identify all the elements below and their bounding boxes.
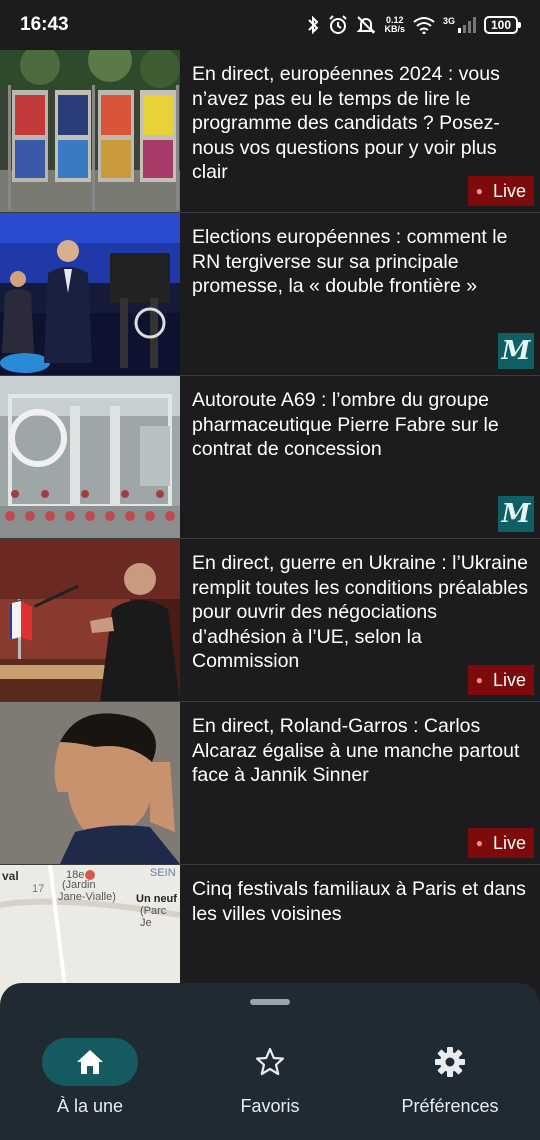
map-label: Jane-Vialle) (58, 891, 116, 903)
article-thumbnail[interactable] (0, 702, 180, 864)
alarm-icon (328, 15, 348, 35)
map-label: val (2, 869, 19, 883)
status-time: 16:43 (20, 14, 69, 35)
bluetooth-icon (306, 15, 320, 35)
article-headline[interactable]: En direct, Roland-Garros : Carlos Alcara… (192, 714, 528, 788)
wifi-icon (413, 16, 435, 34)
live-badge-label: Live (492, 669, 526, 690)
map-label: 17 (32, 883, 45, 895)
lemonde-logo-icon: M (498, 496, 534, 532)
article-card[interactable]: Elections européennes : comment le RN te… (0, 213, 540, 376)
net-speed: 0.12 KB/s (384, 16, 405, 34)
nav-item-preferences[interactable]: Préférences (360, 1038, 540, 1128)
article-thumbnail[interactable] (0, 50, 180, 212)
live-dot-icon: ● (475, 673, 483, 687)
status-bar: 16:43 0.12 KB/s 3G 100 (0, 0, 540, 50)
live-badge: ● Live (467, 828, 534, 858)
net-speed-unit: KB/s (384, 24, 405, 34)
map-label: (Parc Je (140, 905, 167, 929)
article-headline[interactable]: Cinq festivals familiaux à Paris et dans… (192, 877, 528, 926)
live-dot-icon: ● (475, 836, 483, 850)
article-card[interactable]: Autoroute A69 : l’ombre du groupe pharma… (0, 376, 540, 539)
cell-signal-icon: 3G (443, 17, 476, 33)
article-thumbnail[interactable] (0, 213, 180, 375)
gear-icon (434, 1046, 466, 1078)
battery-level: 100 (490, 18, 512, 32)
battery-icon: 100 (484, 16, 521, 34)
bottom-navigation: À la une Favoris Préférences (0, 983, 540, 1140)
home-icon (76, 1049, 104, 1075)
article-thumbnail[interactable] (0, 539, 180, 701)
star-icon (255, 1047, 285, 1077)
nav-label[interactable]: À la une (57, 1096, 123, 1117)
mute-bell-icon (356, 15, 376, 35)
status-icons: 0.12 KB/s 3G 100 (306, 15, 521, 35)
network-type: 3G (442, 16, 455, 26)
article-feed[interactable]: En direct, européennes 2024 : vous n’ave… (0, 50, 540, 1028)
article-card[interactable]: En direct, guerre en Ukraine : l’Ukraine… (0, 539, 540, 702)
article-card[interactable]: En direct, Roland-Garros : Carlos Alcara… (0, 702, 540, 865)
nav-label[interactable]: Préférences (401, 1096, 498, 1117)
article-thumbnail[interactable] (0, 376, 180, 538)
nav-item-favorites[interactable]: Favoris (180, 1038, 360, 1128)
article-headline[interactable]: Autoroute A69 : l’ombre du groupe pharma… (192, 388, 528, 462)
live-dot-icon: ● (475, 184, 483, 198)
nav-item-home[interactable]: À la une (0, 1038, 180, 1128)
live-badge: ● Live (467, 665, 534, 695)
live-badge: ● Live (467, 176, 534, 206)
drag-handle[interactable] (250, 999, 290, 1005)
map-label: (Jardin (62, 879, 96, 891)
article-headline[interactable]: En direct, européennes 2024 : vous n’ave… (192, 62, 528, 185)
live-badge-label: Live (492, 180, 526, 201)
nav-icon-container[interactable] (222, 1038, 318, 1086)
nav-active-indicator[interactable] (42, 1038, 138, 1086)
nav-icon-container[interactable] (402, 1038, 498, 1086)
lemonde-logo-icon: M (498, 333, 534, 369)
article-headline[interactable]: En direct, guerre en Ukraine : l’Ukraine… (192, 551, 528, 674)
article-card[interactable]: En direct, européennes 2024 : vous n’ave… (0, 50, 540, 213)
article-headline[interactable]: Elections européennes : comment le RN te… (192, 225, 528, 299)
map-label: SEIN (150, 867, 176, 879)
map-label: Un neuf (136, 893, 177, 905)
nav-label[interactable]: Favoris (240, 1096, 299, 1117)
live-badge-label: Live (492, 832, 526, 853)
